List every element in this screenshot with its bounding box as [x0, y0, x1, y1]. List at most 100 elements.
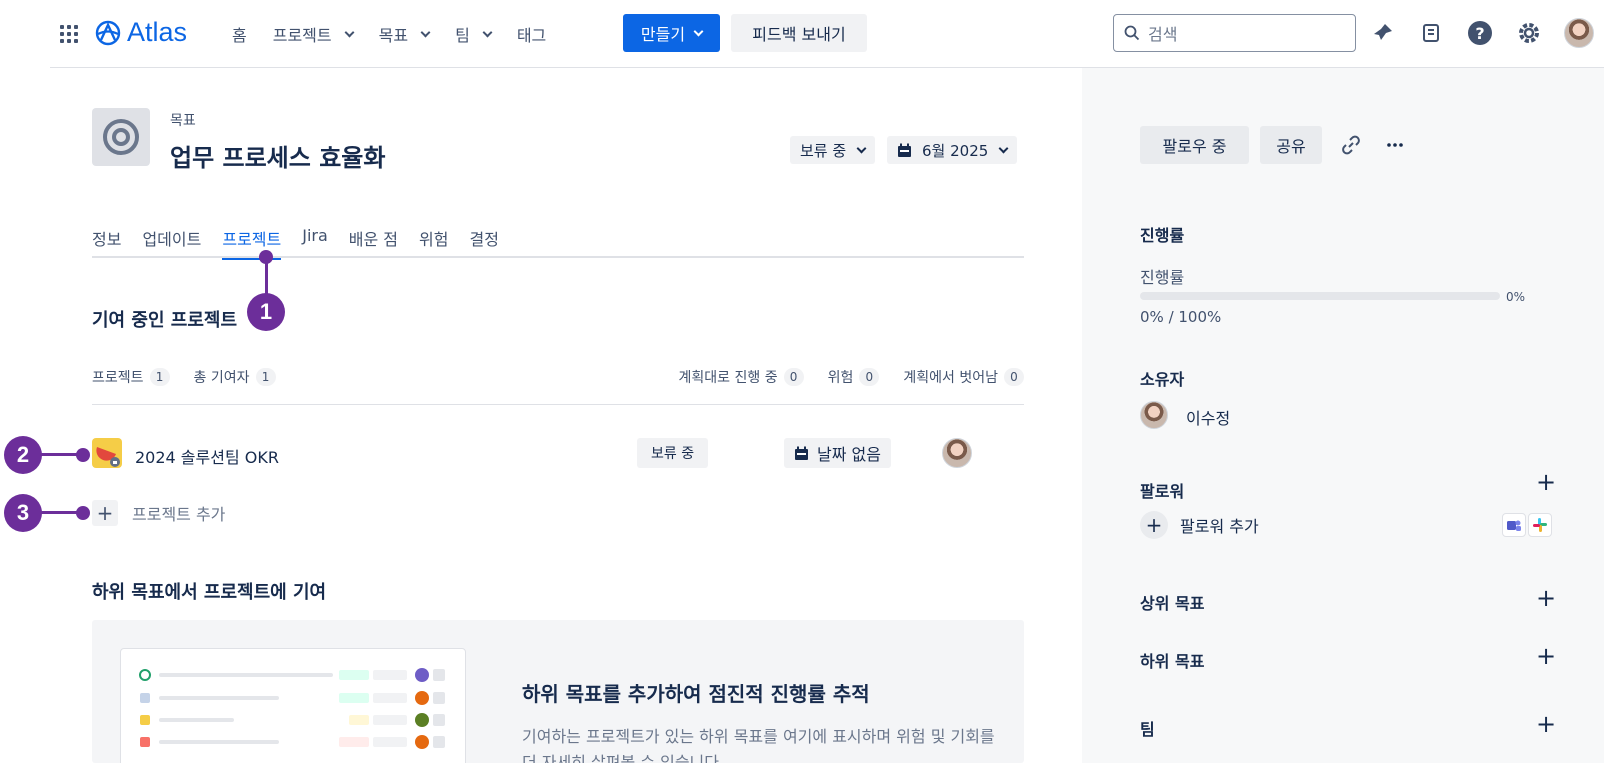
add-project-button[interactable]: + 프로젝트 추가	[92, 500, 225, 526]
callout-line	[40, 453, 80, 456]
search-placeholder: 검색	[1148, 25, 1178, 44]
callout-line	[40, 511, 80, 514]
callout-marker-dot	[76, 506, 90, 520]
chevron-down-icon	[420, 27, 431, 37]
stat-at-risk: 위험 0	[828, 367, 880, 387]
stat-count: 1	[255, 368, 276, 386]
calendar-icon	[898, 143, 911, 157]
create-button[interactable]: 만들기	[623, 14, 720, 52]
app-switcher-icon[interactable]	[60, 25, 78, 43]
subgoals-title: 하위 목표에서 프로젝트에 기여	[92, 582, 327, 603]
settings-icon[interactable]	[1516, 20, 1542, 46]
goal-target-icon	[92, 108, 150, 166]
status-badge: 보류 중	[637, 438, 709, 468]
goal-kicker: 목표	[170, 113, 196, 129]
following-label: 팔로우 중	[1162, 137, 1227, 156]
teams-integration-icon[interactable]	[1502, 513, 1526, 537]
stat-label: 총 기여자	[193, 370, 250, 386]
tab-about[interactable]: 정보	[92, 226, 121, 258]
nav-goals[interactable]: 목표	[378, 22, 431, 46]
empty-state-title: 하위 목표를 추가하여 점진적 진행률 추적	[522, 682, 870, 706]
tab-risks[interactable]: 위험	[419, 226, 448, 258]
following-button[interactable]: 팔로우 중	[1140, 126, 1249, 164]
more-options-icon[interactable]	[1382, 132, 1408, 158]
empty-state-description: 기여하는 프로젝트가 있는 하위 목표를 여기에 표시하며 위험 및 기회를 더…	[522, 727, 995, 763]
create-label: 만들기	[640, 25, 686, 44]
goal-sidebar: 팔로우 중 공유 진행률 진행률 0% 0% / 100% 소유자 이수정 팔로…	[1082, 68, 1604, 763]
chevron-down-icon	[693, 26, 704, 36]
tab-updates[interactable]: 업데이트	[142, 226, 201, 258]
app-name: Atlas	[127, 17, 188, 47]
atlas-logo[interactable]: Atlas	[95, 17, 187, 48]
main-nav: 홈 프로젝트 목표 팀 태그	[232, 22, 572, 46]
help-icon[interactable]: ?	[1467, 20, 1493, 46]
share-button[interactable]: 공유	[1260, 126, 1322, 164]
owner-heading: 소유자	[1140, 370, 1185, 389]
nav-tags-label: 태그	[516, 26, 547, 45]
nav-projects-label: 프로젝트	[272, 26, 332, 45]
contributing-projects-title: 기여 중인 프로젝트	[92, 310, 238, 331]
chevron-down-icon	[856, 143, 867, 153]
callout-line	[265, 256, 268, 296]
chevron-down-icon	[344, 27, 355, 37]
nav-teams[interactable]: 팀	[455, 22, 493, 46]
search-input[interactable]: 검색	[1113, 14, 1356, 52]
target-date-label: 6월 2025	[922, 141, 989, 160]
nav-tags[interactable]: 태그	[517, 22, 546, 46]
add-sub-goal-plus-icon[interactable]: +	[1536, 644, 1556, 668]
owner-name[interactable]: 이수정	[1186, 405, 1230, 429]
feedback-button[interactable]: 피드백 보내기	[731, 14, 867, 52]
progress-label: 진행률	[1140, 268, 1185, 287]
project-name[interactable]: 2024 솔루션팀 OKR	[135, 444, 279, 468]
callout-badge-2: 2	[4, 436, 42, 474]
stat-count: 0	[1004, 368, 1024, 386]
user-avatar[interactable]	[1564, 18, 1594, 48]
progress-heading: 진행률	[1140, 226, 1185, 245]
add-team-plus-icon[interactable]: +	[1536, 712, 1556, 736]
tab-decisions[interactable]: 결정	[469, 226, 498, 258]
table-row[interactable]: 2024 솔루션팀 OKR 보류 중 날짜 없음	[92, 438, 1024, 470]
search-icon	[1124, 25, 1140, 41]
stat-count: 0	[859, 368, 880, 386]
slack-integration-icon[interactable]	[1528, 513, 1552, 537]
callout-badge-1: 1	[247, 293, 285, 331]
nav-projects[interactable]: 프로젝트	[272, 22, 355, 46]
tab-learnings[interactable]: 배운 점	[349, 226, 398, 258]
add-project-label: 프로젝트 추가	[132, 505, 226, 524]
parent-goal-heading: 상위 목표	[1140, 594, 1205, 613]
goal-tabs: 정보 업데이트 프로젝트 Jira 배운 점 위험 결정	[92, 226, 1024, 260]
notifications-icon[interactable]	[1370, 20, 1396, 46]
nav-home[interactable]: 홈	[232, 22, 247, 46]
stat-projects: 프로젝트 1	[92, 367, 170, 387]
nav-teams-label: 팀	[455, 26, 470, 45]
plus-icon: +	[92, 500, 118, 526]
plus-icon: +	[1140, 511, 1168, 539]
callout-marker-dot	[76, 448, 90, 462]
stat-count: 0	[783, 368, 804, 386]
add-parent-goal-plus-icon[interactable]: +	[1536, 586, 1556, 610]
tab-jira[interactable]: Jira	[302, 226, 328, 258]
whats-new-icon[interactable]	[1418, 20, 1444, 46]
stat-label: 프로젝트	[92, 370, 144, 386]
add-follower-plus-icon[interactable]: +	[1536, 470, 1556, 494]
atlas-logo-icon	[95, 20, 121, 45]
stat-off-track: 계획에서 벗어남 0	[903, 367, 1024, 387]
calendar-icon	[795, 446, 808, 460]
copy-link-icon[interactable]	[1338, 132, 1364, 158]
progress-text: 0% / 100%	[1140, 308, 1222, 326]
project-stats: 프로젝트 1 총 기여자 1 계획대로 진행 중 0 위험 0 계획에서 벗어남 0	[92, 367, 1024, 387]
owner-avatar[interactable]	[1140, 401, 1168, 429]
svg-text:?: ?	[1475, 24, 1484, 43]
team-heading: 팀	[1140, 720, 1155, 739]
stat-label: 계획에서 벗어남	[903, 370, 998, 386]
sub-goal-heading: 하위 목표	[1140, 652, 1205, 671]
followers-heading: 팔로워	[1140, 482, 1185, 501]
top-navigation: Atlas 홈 프로젝트 목표 팀 태그 만들기 피드백 보내기 검색 ?	[0, 0, 1604, 67]
target-date-dropdown[interactable]: 6월 2025	[887, 136, 1018, 164]
nav-goals-label: 목표	[378, 26, 409, 45]
goal-status-dropdown[interactable]: 보류 중	[790, 136, 876, 164]
avatar[interactable]	[942, 438, 972, 468]
add-follower-button[interactable]: + 팔로워 추가	[1140, 511, 1259, 539]
chevron-down-icon	[998, 143, 1009, 153]
nav-home-label: 홈	[232, 26, 247, 45]
